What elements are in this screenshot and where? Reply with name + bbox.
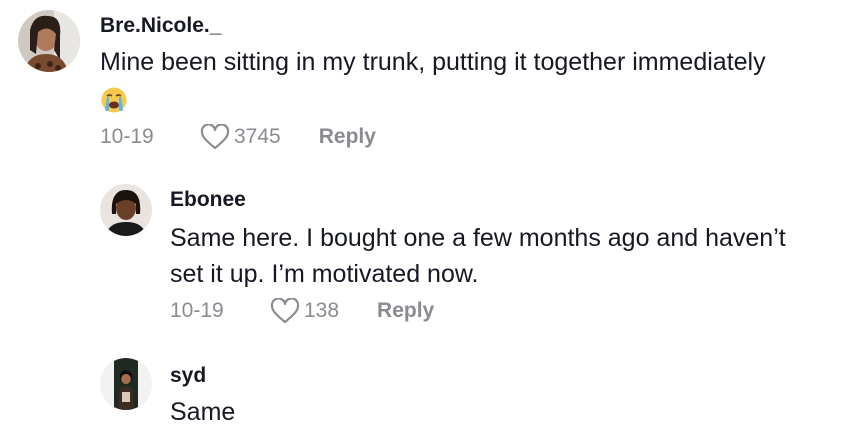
reply-button[interactable]: Reply xyxy=(319,125,376,149)
comment-date: 10-19 xyxy=(170,299,224,322)
like-count: 138 xyxy=(304,299,340,322)
comment-text: Mine been sitting in my trunk, putting i… xyxy=(100,44,840,80)
comment-username[interactable]: syd xyxy=(170,364,206,388)
avatar[interactable] xyxy=(18,10,80,72)
heart-icon xyxy=(200,124,230,150)
avatar[interactable] xyxy=(100,358,152,410)
comment-username[interactable]: Bre.Nicole._ xyxy=(100,14,221,38)
comment-meta: 10-19 3745 Reply xyxy=(100,124,376,150)
reply-button[interactable]: Reply xyxy=(377,299,434,323)
like-button[interactable]: 3745 xyxy=(200,124,281,150)
like-count: 3745 xyxy=(234,125,281,148)
comment-date: 10-19 xyxy=(100,125,154,148)
comment-meta: 10-19 138 Reply xyxy=(170,298,434,324)
comment-text-content: Mine been sitting in my trunk, putting i… xyxy=(100,48,766,76)
comment-text-line: Same here. I bought one a few months ago… xyxy=(170,224,786,252)
heart-icon xyxy=(270,298,300,324)
avatar[interactable] xyxy=(100,184,152,236)
comment-username[interactable]: Ebonee xyxy=(170,188,246,212)
loudly-crying-face-icon xyxy=(100,86,128,114)
like-button[interactable]: 138 xyxy=(270,298,339,324)
comment-text-line: set it up. I’m motivated now. xyxy=(170,260,479,288)
comment-text: Same xyxy=(170,398,236,426)
comment-text: Same here. I bought one a few months ago… xyxy=(170,220,840,292)
